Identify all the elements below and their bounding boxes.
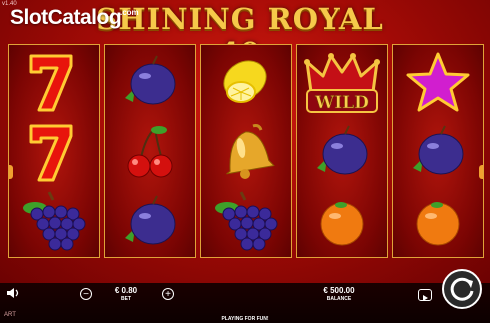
bet-value: € 0.80 xyxy=(114,286,138,295)
lemon-icon xyxy=(201,48,291,118)
wild-crown-icon: WILD xyxy=(297,48,387,118)
reel-area: WILD xyxy=(8,44,486,258)
spin-button[interactable] xyxy=(442,269,482,309)
watermark-text: SlotCatalog xyxy=(10,6,122,29)
plum-icon xyxy=(393,118,483,188)
seven-icon xyxy=(9,48,99,118)
star-icon xyxy=(393,48,483,118)
wild-label: WILD xyxy=(314,93,369,113)
orange-icon xyxy=(393,188,483,258)
plum-icon xyxy=(297,118,387,188)
cherries-icon xyxy=(105,118,195,188)
autoplay-button[interactable] xyxy=(418,289,432,301)
seven-icon xyxy=(9,118,99,188)
sound-icon[interactable] xyxy=(6,287,20,299)
payline-marker-left xyxy=(9,165,13,179)
bet-decrease-button[interactable]: − xyxy=(80,288,92,300)
orange-icon xyxy=(297,188,387,258)
bet-label: BET xyxy=(121,296,131,302)
reel-4: WILD xyxy=(296,44,388,258)
status-text: PLAYING FOR FUN! xyxy=(221,316,269,322)
watermark-logo: SlotCatalog xyxy=(10,6,122,30)
grapes-icon xyxy=(201,188,291,258)
provider-mark: ART xyxy=(4,312,16,318)
reel-5 xyxy=(392,44,484,258)
plum-icon xyxy=(105,48,195,118)
bell-icon xyxy=(201,118,291,188)
payline-marker-right xyxy=(479,165,483,179)
balance-value: € 500.00 xyxy=(323,286,355,295)
reel-3 xyxy=(200,44,292,258)
plum-icon xyxy=(105,188,195,258)
balance-label: BALANCE xyxy=(326,296,352,302)
game-stage: v1.40 SHINING ROYAL 40 SlotCatalog .com xyxy=(0,0,490,283)
reel-2 xyxy=(104,44,196,258)
spin-arrow-icon xyxy=(450,277,474,301)
play-icon xyxy=(423,295,428,301)
bet-increase-button[interactable]: + xyxy=(162,288,174,300)
watermark-suffix: .com xyxy=(120,8,139,17)
grapes-icon xyxy=(9,188,99,258)
reel-1 xyxy=(8,44,100,258)
